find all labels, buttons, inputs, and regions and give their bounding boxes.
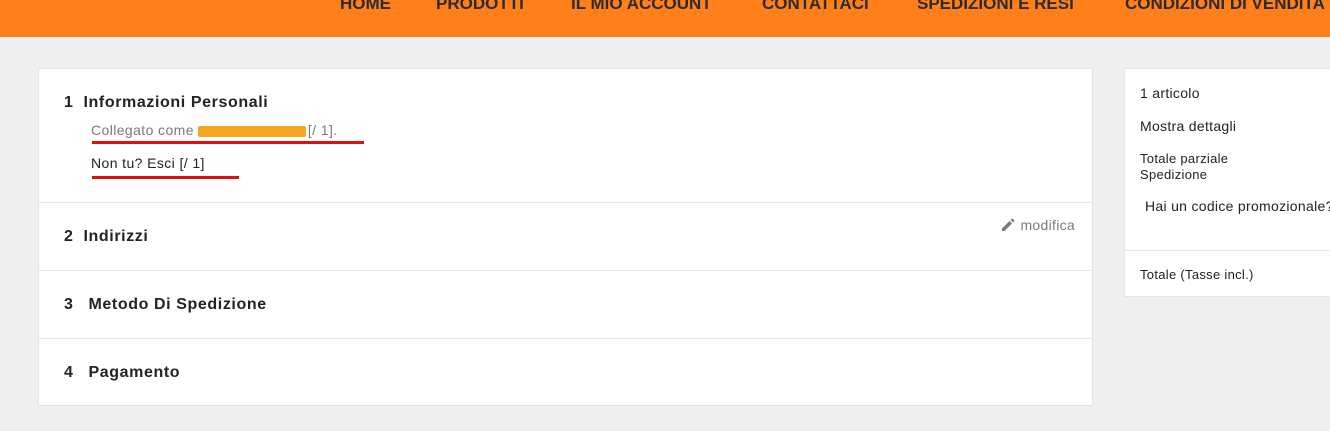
- step-4-title[interactable]: 4 Pagamento: [64, 364, 180, 382]
- nav-my-account[interactable]: IL MIO ACCOUNT: [571, 0, 712, 14]
- step-2-title[interactable]: 2 Indirizzi: [64, 228, 148, 246]
- step-label: Indirizzi: [83, 228, 149, 245]
- top-navigation: HOME PRODOTTI IL MIO ACCOUNT CONTATTACI …: [0, 0, 1330, 37]
- step-payment: 4 Pagamento: [39, 339, 1092, 405]
- checkout-steps: 1 Informazioni Personali Collegato come [/…: [38, 68, 1093, 406]
- step-label: Metodo Di Spedizione: [88, 296, 267, 313]
- step-label: Informazioni Personali: [83, 94, 269, 111]
- cart-items-count: 1 articolo: [1140, 85, 1200, 101]
- edit-addresses-link[interactable]: modifica: [1001, 217, 1075, 233]
- promo-code-link[interactable]: Hai un codice promozionale?: [1145, 198, 1330, 214]
- annotation-underline: [92, 176, 239, 179]
- logged-in-line: Collegato come [/ 1].: [91, 122, 338, 138]
- step-number: 4: [64, 364, 74, 381]
- step-label: Pagamento: [88, 364, 181, 381]
- pencil-icon: [1002, 218, 1015, 231]
- logged-in-prefix: Collegato come: [91, 122, 194, 138]
- step-number: 2: [64, 228, 74, 245]
- summary-divider: [1125, 250, 1330, 251]
- total-label: Totale (Tasse incl.): [1140, 267, 1254, 282]
- cart-summary: 1 articolo Mostra dettagli Totale parzia…: [1124, 68, 1330, 297]
- nav-home[interactable]: HOME: [340, 0, 391, 14]
- step-number: 3: [64, 296, 74, 313]
- step-3-title[interactable]: 3 Metodo Di Spedizione: [64, 296, 267, 314]
- nav-spedizioni-resi[interactable]: SPEDIZIONI E RESI: [917, 0, 1074, 14]
- step-addresses: 2 Indirizzi modifica: [39, 203, 1092, 271]
- step-shipping-method: 3 Metodo Di Spedizione: [39, 271, 1092, 339]
- step-1-title[interactable]: 1 Informazioni Personali: [64, 94, 268, 112]
- nav-contattaci[interactable]: CONTATTACI: [762, 0, 869, 14]
- logout-link[interactable]: Non tu? Esci [/ 1]: [91, 155, 205, 171]
- nav-condizioni-vendita[interactable]: CONDIZIONI DI VENDITA: [1125, 0, 1325, 14]
- step-number: 1: [64, 94, 74, 111]
- subtotal-label: Totale parziale: [1140, 151, 1229, 166]
- nav-prodotti[interactable]: PRODOTTI: [436, 0, 524, 14]
- shipping-label: Spedizione: [1140, 167, 1208, 182]
- edit-label: modifica: [1020, 217, 1075, 233]
- step-personal-info: 1 Informazioni Personali Collegato come [/…: [39, 69, 1092, 203]
- logged-in-suffix: [/ 1].: [307, 122, 338, 138]
- redacted-username: [197, 125, 306, 137]
- annotation-underline: [92, 141, 364, 144]
- show-details-link[interactable]: Mostra dettagli: [1140, 118, 1236, 134]
